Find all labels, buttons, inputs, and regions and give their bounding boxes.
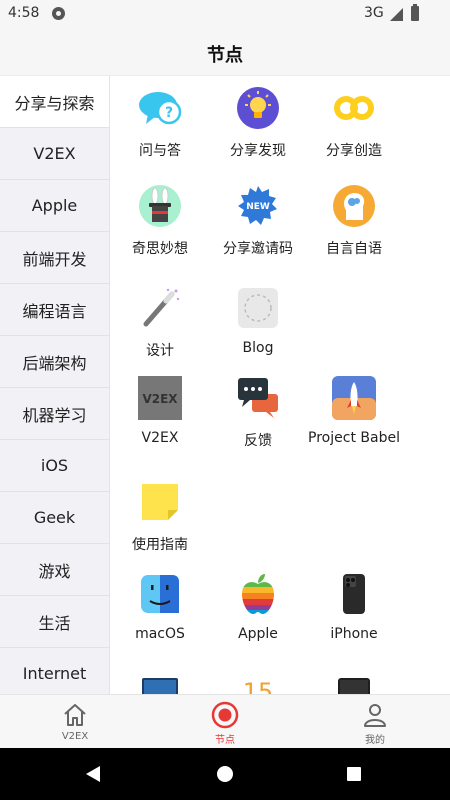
bottom-tab-bar: V2EX 节点 我的 xyxy=(0,694,450,748)
node-v2ex[interactable]: V2EX V2EX xyxy=(110,376,210,446)
sticky-note-icon xyxy=(142,484,178,520)
sidebar-item-life[interactable]: 生活 xyxy=(0,596,109,648)
sidebar-item-internet[interactable]: Internet xyxy=(0,648,109,694)
thinking-head-icon xyxy=(333,185,375,227)
target-icon xyxy=(211,701,239,729)
qna-bubble-icon: ? xyxy=(139,92,182,125)
node-ipad[interactable] xyxy=(304,674,404,694)
status-time: 4:58 xyxy=(8,5,40,21)
rocket-icon xyxy=(332,376,376,420)
sidebar-item-ml[interactable]: 机器学习 xyxy=(0,388,109,440)
node-apple[interactable]: Apple xyxy=(208,572,308,642)
page-title: 节点 xyxy=(207,45,243,66)
battery-icon xyxy=(411,4,419,21)
node-blog[interactable]: Blog xyxy=(208,286,308,356)
sidebar-item-apple[interactable]: Apple xyxy=(0,180,109,232)
lightbulb-badge-icon xyxy=(237,87,279,129)
system-nav-bar xyxy=(0,748,450,800)
ipad-icon xyxy=(338,678,370,694)
node-share-creation[interactable]: 分享创造 xyxy=(304,86,404,160)
node-project-babel[interactable]: Project Babel xyxy=(304,376,404,446)
node-design[interactable]: 设计 xyxy=(110,286,210,360)
node-share-discovery[interactable]: 分享发现 xyxy=(208,86,308,160)
magic-hat-rabbit-icon xyxy=(139,185,181,227)
recents-icon[interactable] xyxy=(347,767,361,781)
title-bar: 节点 xyxy=(0,28,450,76)
v2ex-logo-icon: V2EX xyxy=(138,376,182,420)
svg-text:15: 15 xyxy=(243,678,274,694)
tab-me[interactable]: 我的 xyxy=(300,695,450,749)
node-guide[interactable]: 使用指南 xyxy=(110,480,210,554)
home-circle-icon[interactable] xyxy=(217,766,233,782)
svg-text:NEW: NEW xyxy=(246,202,270,212)
sidebar-item-share-explore[interactable]: 分享与探索 xyxy=(0,76,109,128)
apple-rainbow-icon xyxy=(242,574,274,614)
svg-text:?: ? xyxy=(165,105,173,121)
tab-nodes[interactable]: 节点 xyxy=(150,695,300,749)
status-bar: 4:58 3G xyxy=(0,0,450,28)
iphone-icon xyxy=(343,574,365,614)
node-feedback[interactable]: 反馈 xyxy=(208,376,308,450)
network-type: 3G xyxy=(364,5,384,21)
node-grid: ? 问与答 分享发现 分享创造 奇思妙想 NEW 分享邀请码 自言自语 设计 B… xyxy=(110,76,450,694)
imac-icon xyxy=(142,678,178,694)
node-ideas[interactable]: 奇思妙想 xyxy=(110,184,210,258)
sidebar-item-frontend[interactable]: 前端开发 xyxy=(0,232,109,284)
infinity-rings-icon xyxy=(334,96,374,120)
sidebar-item-games[interactable]: 游戏 xyxy=(0,544,109,596)
signal-icon xyxy=(390,8,403,21)
notification-icon xyxy=(52,7,65,20)
tab-v2ex[interactable]: V2EX xyxy=(0,695,150,749)
sidebar-item-geek[interactable]: Geek xyxy=(0,492,109,544)
node-iphone[interactable]: iPhone xyxy=(304,572,404,642)
person-icon xyxy=(364,704,386,727)
sidebar-item-languages[interactable]: 编程语言 xyxy=(0,284,109,336)
node-macos[interactable]: macOS xyxy=(110,572,210,642)
category-sidebar[interactable]: 分享与探索 V2EX Apple 前端开发 编程语言 后端架构 机器学习 iOS… xyxy=(0,76,110,694)
finder-icon xyxy=(141,575,179,613)
sidebar-item-v2ex[interactable]: V2EX xyxy=(0,128,109,180)
home-icon xyxy=(64,704,86,726)
blog-placeholder-icon xyxy=(238,288,278,328)
ios15-icon: 15 xyxy=(243,678,274,694)
chat-bubbles-icon xyxy=(238,378,278,418)
sidebar-item-ios[interactable]: iOS xyxy=(0,440,109,492)
sidebar-item-backend[interactable]: 后端架构 xyxy=(0,336,109,388)
node-share-invite[interactable]: NEW 分享邀请码 xyxy=(208,184,308,258)
node-imac[interactable] xyxy=(110,674,210,694)
node-monologue[interactable]: 自言自语 xyxy=(304,184,404,258)
new-badge-icon: NEW xyxy=(238,186,277,225)
node-ios15[interactable]: 15 xyxy=(208,674,308,694)
node-qna[interactable]: ? 问与答 xyxy=(110,86,210,160)
back-icon[interactable] xyxy=(86,766,100,782)
svg-text:V2EX: V2EX xyxy=(142,392,178,406)
magic-wand-icon xyxy=(143,288,180,327)
